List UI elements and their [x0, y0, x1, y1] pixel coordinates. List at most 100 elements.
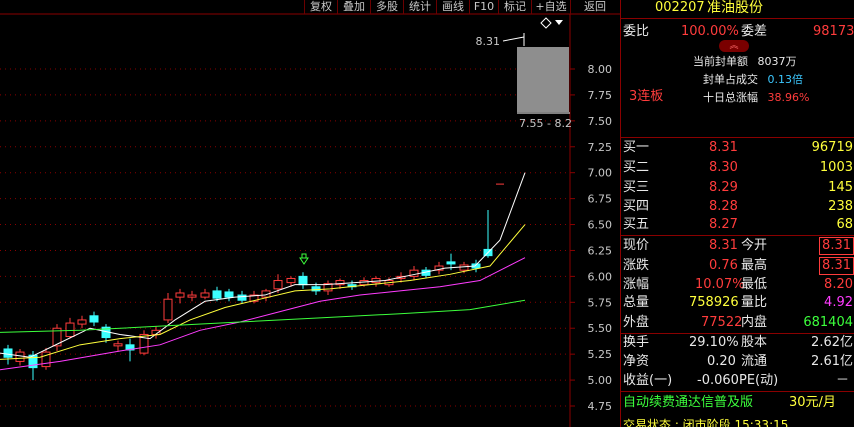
bid-volume: 1003 — [819, 160, 853, 175]
bid-volume: 96719 — [811, 140, 853, 155]
promo-banner[interactable]: 自动续费通达信普及版 30元/月 — [621, 393, 854, 413]
change-value: 0.76 — [709, 258, 738, 273]
current-price-label: 现价 — [623, 238, 650, 253]
candlestick — [187, 294, 197, 298]
f10-button[interactable]: F10 — [469, 0, 498, 14]
volume-ratio-value: 4.92 — [824, 295, 853, 310]
volume-label: 总量 — [623, 295, 650, 310]
bid-price: 8.31 — [709, 140, 738, 155]
price-tick-label: 6.50 — [588, 219, 613, 232]
candlestick — [446, 261, 456, 265]
ma5-line — [0, 172, 526, 358]
statistics-button[interactable]: 统计 — [403, 0, 436, 14]
bid-price: 8.29 — [709, 180, 738, 195]
bid-row[interactable]: 买二 8.30 1003 — [621, 158, 854, 178]
stock-name: 准油股份 — [707, 0, 763, 16]
inner-volume-label: 内盘 — [741, 315, 768, 330]
seal-ratio-value: 0.13倍 — [767, 73, 804, 86]
inner-volume-value: 681404 — [803, 315, 853, 330]
change-pct-label: 涨幅 — [623, 277, 650, 292]
promo-price: 30元/月 — [789, 395, 836, 410]
open-value: 8.31 — [819, 237, 854, 255]
candlestick — [459, 264, 469, 271]
candlestick — [77, 319, 87, 325]
candlestick — [163, 298, 173, 321]
seal-amount-value: 8037万 — [757, 55, 797, 68]
candlestick — [3, 348, 13, 358]
candlestick — [65, 322, 75, 338]
price-tick-label: 5.00 — [588, 374, 613, 387]
seal-amount-label: 当前封单额 — [693, 55, 748, 68]
low-value: 8.20 — [824, 277, 853, 292]
mark-button[interactable]: 标记 — [498, 0, 531, 14]
overlay-button[interactable]: 叠加 — [337, 0, 370, 14]
high-price-marker: 8.31 — [476, 35, 501, 48]
pe-value: － — [835, 373, 849, 388]
multi-stock-button[interactable]: 多股 — [370, 0, 403, 14]
price-tick-label: 4.75 — [588, 400, 613, 413]
float-shares-value: 2.61亿 — [811, 354, 853, 369]
candlestick — [224, 291, 234, 298]
candlestick — [286, 277, 296, 284]
open-label: 今开 — [741, 238, 768, 253]
price-tick-label: 6.75 — [588, 193, 613, 206]
outer-volume-value: 77522 — [701, 315, 743, 330]
diamond-icon — [540, 17, 552, 29]
net-asset-value: 0.20 — [707, 354, 736, 369]
bid-label: 买一 — [623, 140, 650, 155]
seal-ratio-label: 封单占成交 — [703, 73, 758, 86]
eps-value: -0.060 — [697, 373, 739, 388]
price-range-label: 7.55 - 8.2 — [519, 117, 572, 130]
change-pct-value: 10.07% — [695, 277, 745, 292]
bid-price: 8.30 — [709, 160, 738, 175]
bid-row[interactable]: 买三 8.29 145 — [621, 178, 854, 198]
price-tick-label: 7.00 — [588, 167, 613, 180]
price-tick-label: 8.00 — [588, 63, 613, 76]
quote-panel: 002207 准油股份 委比 100.00% 委差 98173 ︽ 当前封单额 … — [620, 0, 854, 427]
dropdown-triangle-icon — [555, 20, 563, 25]
candlestick — [298, 275, 308, 286]
bid-price: 8.28 — [709, 199, 738, 214]
bid-row[interactable]: 买一 8.31 96719 — [621, 138, 854, 158]
weicha-value: 98173 — [813, 24, 854, 39]
turnover-value: 29.10% — [689, 335, 739, 350]
stock-header: 002207 准油股份 — [621, 0, 854, 18]
expand-chevron-icon[interactable]: ︽ — [719, 40, 749, 52]
bid-row[interactable]: 买五 8.27 68 — [621, 215, 854, 235]
volume-ratio-label: 量比 — [741, 295, 768, 310]
limit-up-streak: 3连板 — [629, 89, 664, 104]
total-shares-value: 2.62亿 — [811, 335, 853, 350]
price-range-box — [517, 47, 569, 112]
price-tick-label: 5.25 — [588, 348, 613, 361]
bid-label: 买四 — [623, 199, 650, 214]
promo-text: 自动续费通达信普及版 — [623, 395, 754, 410]
price-tick-label: 7.75 — [588, 89, 613, 102]
candlestick — [237, 294, 247, 301]
bid-label: 买二 — [623, 160, 650, 175]
candlestick — [113, 343, 123, 347]
bid-label: 买三 — [623, 180, 650, 195]
bid-volume: 238 — [828, 199, 853, 214]
fuquan-button[interactable]: 复权 — [304, 0, 337, 14]
volume-value: 758926 — [689, 295, 739, 310]
kline-chart[interactable]: 8.00 7.75 7.50 7.25 7.00 6.75 6.50 6.25 6.00 5.75… — [0, 0, 620, 427]
add-favorite-button[interactable]: +自选 — [531, 0, 570, 14]
signal-arrow-icon — [299, 253, 309, 265]
candlestick — [200, 292, 210, 298]
weibi-label: 委比 — [623, 24, 650, 39]
trade-status: 交易状态 : 闭市阶段 15:33:15 — [623, 418, 789, 427]
bid-volume: 145 — [828, 180, 853, 195]
stock-code: 002207 — [655, 0, 705, 15]
price-tick-label: 6.25 — [588, 244, 613, 257]
bid-volume: 68 — [836, 217, 853, 232]
ten-day-label: 十日总涨幅 — [703, 91, 758, 104]
high-label: 最高 — [741, 258, 768, 273]
stock-chart-window: 8.00 7.75 7.50 7.25 7.00 6.75 6.50 6.25 6.00 5.75… — [0, 0, 854, 427]
draw-line-button[interactable]: 画线 — [436, 0, 469, 14]
price-tick-label: 6.00 — [588, 270, 613, 283]
price-tick-label: 7.25 — [588, 141, 613, 154]
bid-row[interactable]: 买四 8.28 238 — [621, 197, 854, 217]
ten-day-value: 38.96% — [767, 91, 810, 104]
weibi-value: 100.00% — [681, 24, 739, 39]
back-button[interactable]: 返回 — [570, 0, 619, 14]
